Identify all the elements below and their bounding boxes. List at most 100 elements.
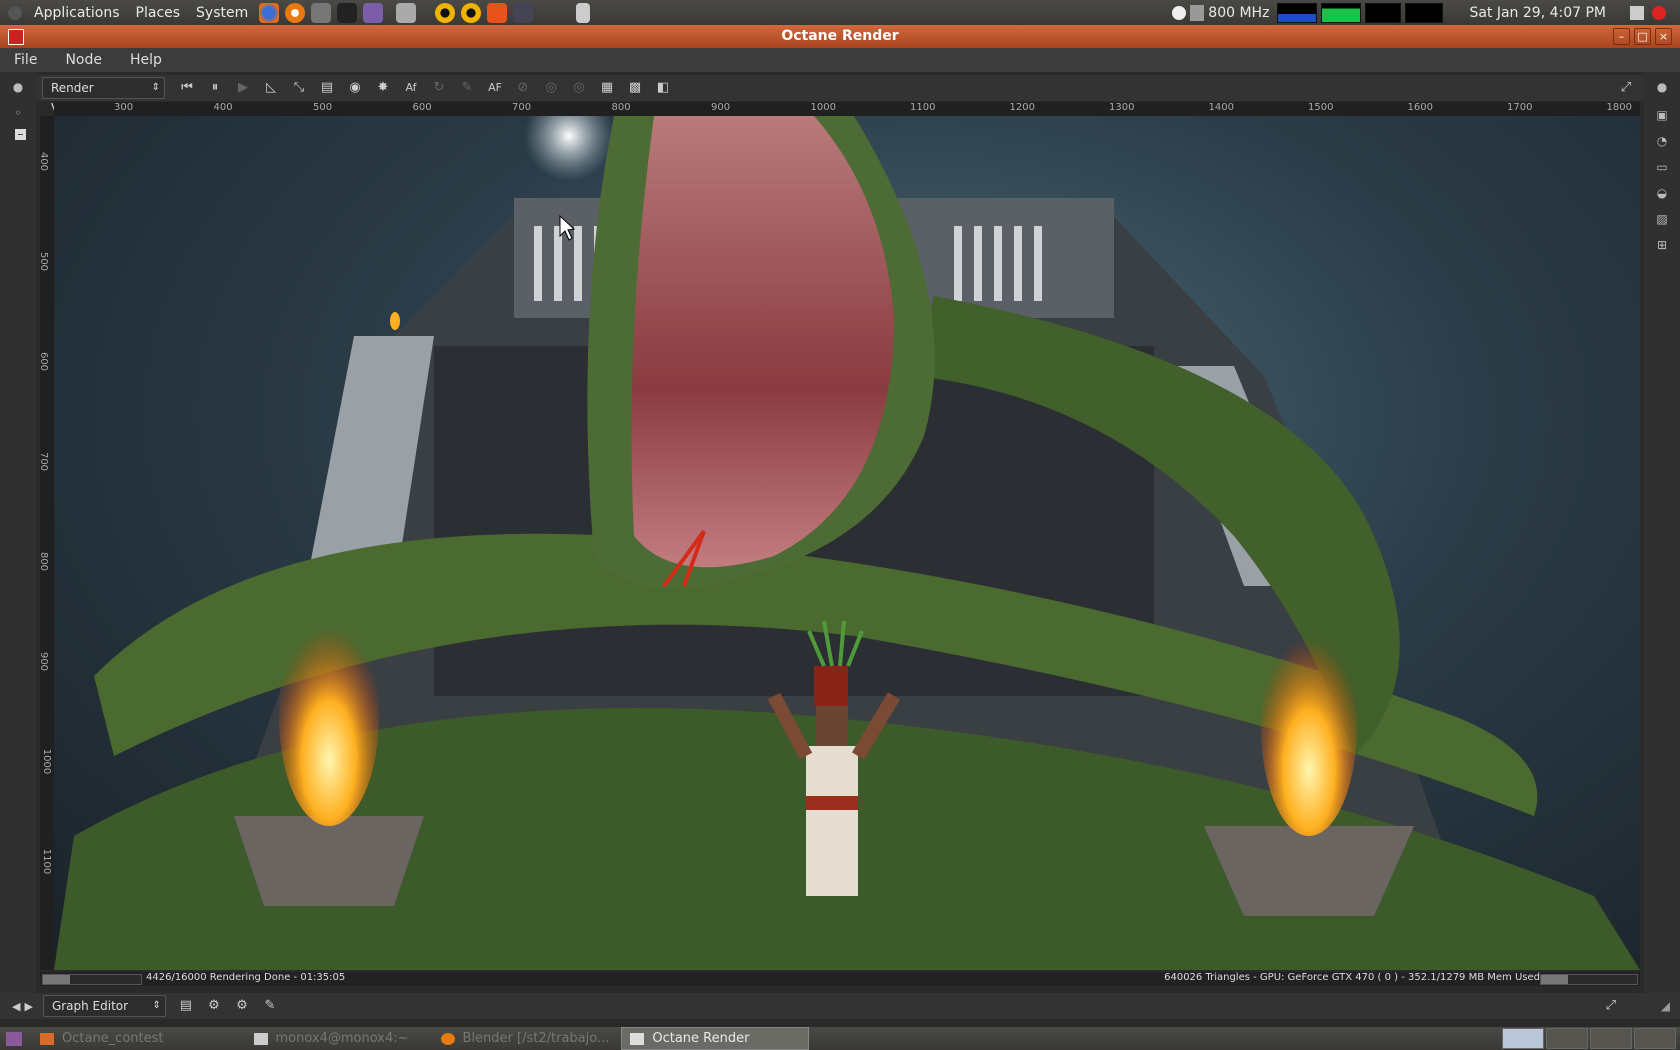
weather-icon[interactable] xyxy=(1172,5,1187,20)
gimp-icon[interactable] xyxy=(311,2,332,23)
editor-select-value: Graph Editor xyxy=(51,999,129,1013)
ruler-y-tick-label: 600 xyxy=(38,351,50,372)
pick-focus-icon[interactable]: ◺ xyxy=(261,78,281,98)
view-select[interactable]: Render Viewport ⇕ xyxy=(42,77,165,115)
maximize-button[interactable]: □ xyxy=(1634,28,1651,45)
window-titlebar[interactable]: Octane Render – □ × xyxy=(0,25,1680,48)
menu-help[interactable]: Help xyxy=(116,52,176,68)
ruler-x-tick-label: 400 xyxy=(213,102,233,113)
pick-material-icon[interactable]: ◉ xyxy=(345,78,365,98)
lock-icon[interactable]: ⊘ xyxy=(513,78,533,98)
places-menu[interactable]: Places xyxy=(128,5,189,21)
cpu-meter[interactable] xyxy=(1277,2,1318,23)
status-bar: 4426/16000 Rendering Done - 01:35:05 640… xyxy=(40,972,1640,986)
node-inspector-icon[interactable]: ⊞ xyxy=(1654,238,1670,252)
cpu-frequency[interactable]: 800 MHz xyxy=(1208,5,1269,21)
ruler-x-tick-label: 1400 xyxy=(1208,102,1234,113)
workspace-2[interactable] xyxy=(1546,1028,1588,1049)
export-icon[interactable]: ▤ xyxy=(317,78,337,98)
restart-render-icon[interactable]: ⏮ xyxy=(177,78,197,98)
collapse-icon[interactable]: – xyxy=(15,128,26,140)
sphere-2-icon[interactable]: ◎ xyxy=(569,78,589,98)
image-icon[interactable]: ▨ xyxy=(1654,212,1670,226)
workspace-switcher[interactable] xyxy=(1502,1028,1676,1049)
zoom-region-icon[interactable]: ⤡ xyxy=(289,78,309,98)
sphere-icon[interactable]: ◎ xyxy=(541,78,561,98)
panel-handle-icon[interactable]: ● xyxy=(10,80,26,94)
ruler-x-tick-label: 1300 xyxy=(1109,102,1135,113)
task-octane-render[interactable]: Octane Render xyxy=(621,1027,810,1050)
ruler-x-tick-label: 300 xyxy=(114,102,134,113)
pick-light-icon[interactable]: ✸ xyxy=(373,78,393,98)
firefox-icon[interactable] xyxy=(259,2,280,23)
minimize-button[interactable]: – xyxy=(1613,28,1630,45)
workspace-1[interactable] xyxy=(1502,1028,1544,1049)
torch-flame xyxy=(390,312,400,330)
system-tray: 800 MHz Sat Jan 29, 4:07 PM xyxy=(1172,0,1680,25)
fullscreen-icon[interactable]: ⤢ xyxy=(1616,78,1636,98)
region-icon[interactable]: ◧ xyxy=(653,78,673,98)
workspace-3[interactable] xyxy=(1590,1028,1632,1049)
window-menu-icon[interactable] xyxy=(8,29,24,45)
network-meter[interactable] xyxy=(1365,2,1402,23)
load-graph-icon[interactable]: ▤ xyxy=(176,996,196,1016)
system-menu[interactable]: System xyxy=(188,5,256,21)
radiation-app-icon[interactable] xyxy=(435,2,456,23)
close-button[interactable]: × xyxy=(1655,28,1672,45)
render-viewport[interactable] xyxy=(54,116,1640,970)
play-icon[interactable]: ▶ xyxy=(233,78,253,98)
menubar: File Node Help xyxy=(0,48,1680,72)
show-desktop-icon[interactable] xyxy=(6,1031,22,1046)
pidgin-icon[interactable] xyxy=(363,2,384,23)
blender-icon[interactable] xyxy=(285,2,306,23)
ruler-x-tick-label: 900 xyxy=(711,102,731,113)
menu-node[interactable]: Node xyxy=(51,52,116,68)
shutdown-icon[interactable] xyxy=(1652,5,1666,20)
clock[interactable]: Sat Jan 29, 4:07 PM xyxy=(1469,5,1606,21)
nav-right-icon[interactable]: ▶ xyxy=(24,1000,32,1013)
nav-left-icon[interactable]: ◀ xyxy=(12,1000,20,1013)
checker-icon[interactable]: ▦ xyxy=(597,78,617,98)
ruler-x-tick-label: 500 xyxy=(313,102,333,113)
task-octane-contest[interactable]: Octane_contest xyxy=(32,1028,172,1049)
fullscreen-icon[interactable]: ⤢ xyxy=(1601,996,1621,1016)
alpha-icon[interactable]: ▩ xyxy=(625,78,645,98)
node-settings-icon[interactable]: ⚙ xyxy=(232,996,252,1016)
editor-select[interactable]: Graph Editor ⇕ xyxy=(42,995,166,1017)
task-label: Blender [/st2/trabajo... xyxy=(462,1031,610,1046)
octane-icon[interactable] xyxy=(513,2,534,23)
ruler-y-tick-label: 1100 xyxy=(41,848,53,875)
task-terminal[interactable]: monox4@monox4:~ xyxy=(246,1028,417,1049)
render-settings-icon[interactable]: ◔ xyxy=(1654,134,1670,148)
load-meter[interactable] xyxy=(1405,2,1444,23)
samples-progress-bar xyxy=(42,974,142,985)
reset-icon[interactable]: ↻ xyxy=(429,78,449,98)
session-icon[interactable] xyxy=(1630,5,1644,20)
houdini-icon[interactable] xyxy=(487,2,508,23)
menu-file[interactable]: File xyxy=(0,52,51,68)
add-node-icon[interactable]: ⚙ xyxy=(204,996,224,1016)
file-manager-icon[interactable] xyxy=(396,2,417,23)
inkscape-icon[interactable] xyxy=(337,2,358,23)
pause-icon[interactable]: ⏸ xyxy=(205,78,225,98)
ruler-y-tick-label: 500 xyxy=(38,251,50,272)
trash-applet-icon[interactable] xyxy=(576,2,591,23)
panel-handle-icon[interactable]: ● xyxy=(1654,80,1670,94)
imager-icon[interactable]: ▭ xyxy=(1654,160,1670,174)
autofocus-toggle[interactable]: AF xyxy=(485,78,505,98)
autofocus-pick-icon[interactable]: Af xyxy=(401,78,421,98)
workspace-4[interactable] xyxy=(1634,1028,1676,1049)
memory-meter[interactable] xyxy=(1321,2,1362,23)
task-blender[interactable]: Blender [/st2/trabajo... xyxy=(433,1028,618,1049)
environment-icon[interactable]: ◒ xyxy=(1654,186,1670,200)
radiation-app-2-icon[interactable] xyxy=(461,2,482,23)
applications-menu[interactable]: Applications xyxy=(26,5,128,21)
gnome-foot-icon[interactable] xyxy=(8,5,22,20)
clean-graph-icon[interactable]: ✎ xyxy=(260,996,280,1016)
resize-grip-icon[interactable]: ◢ xyxy=(1661,999,1670,1013)
task-label: Octane_contest xyxy=(62,1031,164,1046)
pick-camera-icon[interactable]: ✎ xyxy=(457,78,477,98)
updown-arrow-icon: ⇕ xyxy=(152,1000,161,1011)
ruler-origin-icon[interactable]: ◦ xyxy=(10,106,26,120)
camera-settings-icon[interactable]: ▣ xyxy=(1654,108,1670,122)
